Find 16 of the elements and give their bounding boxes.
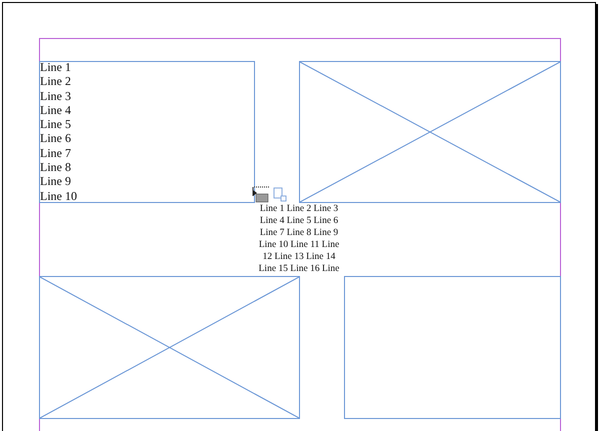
overset-text-line: Line 7 Line 8 Line 9 xyxy=(258,227,340,239)
text-line: Line 9 xyxy=(40,174,72,189)
text-line: Line 7 xyxy=(40,146,72,160)
overset-text-line: Line 15 Line 16 Line xyxy=(258,263,340,275)
overset-text-line: Line 1 Line 2 Line 3 xyxy=(258,203,340,215)
overset-text-line: Line 10 Line 11 Line xyxy=(258,239,340,251)
overset-text-line: Line 4 Line 5 Line 6 xyxy=(258,215,340,227)
text-line: Line 1 xyxy=(40,60,72,74)
text-line: Line 6 xyxy=(40,131,72,146)
text-line: Line 5 xyxy=(40,117,72,132)
text-line: Line 8 xyxy=(40,160,72,174)
text-line: Line 3 xyxy=(40,88,72,103)
text-line: Line 4 xyxy=(40,102,72,118)
text-line: Line 10 xyxy=(40,188,77,203)
overset-text-line: 12 Line 13 Line 14 xyxy=(262,251,336,263)
text-line: Line 2 xyxy=(40,74,72,89)
